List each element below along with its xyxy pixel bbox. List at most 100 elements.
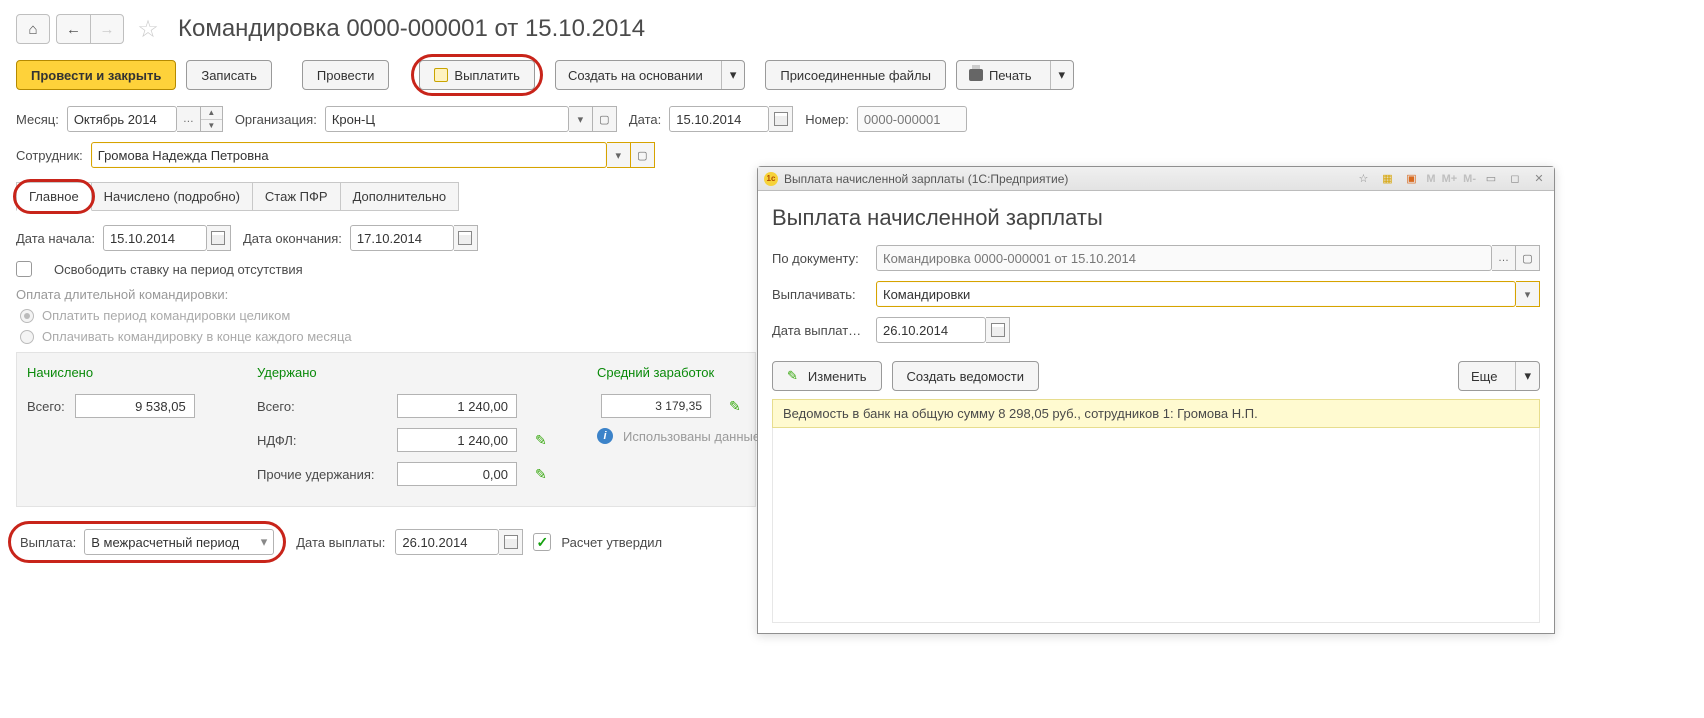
date-end-input[interactable]: 17.10.2014 — [350, 225, 454, 251]
tab-extra[interactable]: Дополнительно — [341, 182, 460, 211]
popup-doc-ellipsis-button[interactable]: … — [1492, 245, 1516, 271]
pencil-icon: ✎ — [787, 368, 798, 384]
popup-edit-button[interactable]: ✎ Изменить — [772, 361, 882, 391]
fav-titlebar-icon[interactable]: ☆ — [1354, 171, 1372, 187]
attachments-button[interactable]: Присоединенные файлы — [765, 60, 946, 90]
withheld-total-input[interactable]: 1 240,00 — [397, 394, 517, 418]
popup-create-button[interactable]: Создать ведомости — [892, 361, 1039, 391]
popup-pay-input[interactable]: Командировки — [876, 281, 1516, 307]
employee-open-button[interactable]: ▢ — [631, 142, 655, 168]
other-withheld-input[interactable]: 0,00 — [397, 462, 517, 486]
minimize-button[interactable]: ▭ — [1482, 171, 1500, 187]
forward-button[interactable]: → — [90, 14, 124, 44]
date-label: Дата: — [629, 112, 661, 127]
month-input[interactable]: Октябрь 2014 — [67, 106, 177, 132]
popup-date-label: Дата выплат… — [772, 323, 868, 338]
chevron-down-icon: ▾ — [721, 61, 745, 89]
popup-more-button[interactable]: Еще ▾ — [1458, 361, 1540, 391]
radio-monthly-label: Оплачивать командировку в конце каждого … — [42, 329, 352, 344]
popup-heading: Выплата начисленной зарплаты — [772, 205, 1540, 231]
org-open-button[interactable]: ▢ — [593, 106, 617, 132]
calendar-icon[interactable] — [499, 529, 523, 555]
accrued-total-input[interactable]: 9 538,05 — [75, 394, 195, 418]
pencil-icon[interactable]: ✎ — [729, 398, 741, 415]
info-icon: i — [597, 428, 613, 444]
payout-dropdown[interactable]: В межрасчетный период ▾ — [84, 529, 274, 555]
popup-pay-dropdown-button[interactable]: ▾ — [1516, 281, 1540, 307]
popup-date-input[interactable]: 26.10.2014 — [876, 317, 986, 343]
employee-input[interactable]: Громова Надежда Петровна — [91, 142, 607, 168]
navigation-row: ⌂ ← → ☆ Командировка 0000-000001 от 15.1… — [16, 14, 1688, 44]
chevron-down-icon: ▾ — [1515, 362, 1539, 390]
calendar-icon[interactable] — [986, 317, 1010, 343]
payout-date-input[interactable]: 26.10.2014 — [395, 529, 499, 555]
calc-titlebar-icon[interactable]: ▦ — [1378, 171, 1396, 187]
home-icon: ⌂ — [28, 21, 37, 38]
post-button[interactable]: Провести — [302, 60, 390, 90]
create-based-button[interactable]: Создать на основании ▾ — [555, 60, 745, 90]
ndfl-input[interactable]: 1 240,00 — [397, 428, 517, 452]
close-button[interactable]: ✕ — [1530, 171, 1548, 187]
favorite-button[interactable]: ☆ — [134, 15, 162, 43]
employee-label: Сотрудник: — [16, 148, 83, 163]
popup-doc-input: Командировка 0000-000001 от 15.10.2014 — [876, 245, 1492, 271]
create-based-label: Создать на основании — [556, 61, 715, 89]
arrow-right-icon: → — [100, 21, 115, 38]
approved-label: Расчет утвердил — [561, 535, 662, 550]
popup-list-body[interactable] — [772, 428, 1540, 623]
pay-button-label: Выплатить — [454, 68, 520, 83]
radio-full-label: Оплатить период командировки целиком — [42, 308, 290, 323]
date-start-input[interactable]: 15.10.2014 — [103, 225, 207, 251]
free-rate-label: Освободить ставку на период отсутствия — [54, 262, 303, 277]
popup-titlebar-text: Выплата начисленной зарплаты (1С:Предпри… — [784, 172, 1068, 186]
printer-icon — [969, 69, 983, 81]
date-input[interactable]: 15.10.2014 — [669, 106, 769, 132]
pencil-icon[interactable]: ✎ — [535, 432, 547, 449]
print-label: Печать — [989, 68, 1032, 83]
popup-titlebar[interactable]: 1c Выплата начисленной зарплаты (1С:Пред… — [758, 167, 1554, 191]
month-spinner[interactable]: ▲▼ — [201, 106, 223, 132]
employee-dropdown-button[interactable]: ▾ — [607, 142, 631, 168]
nav-history-group: ← → — [56, 14, 124, 44]
pencil-icon[interactable]: ✎ — [535, 466, 547, 483]
approved-checkbox[interactable]: ✓ — [533, 533, 551, 551]
calendar-icon[interactable] — [454, 225, 478, 251]
totals-block: Начислено Всего: 9 538,05 Удержано Всего… — [16, 352, 756, 507]
avg-note: Использованы данные о — [623, 429, 771, 444]
print-button[interactable]: Печать ▾ — [956, 60, 1074, 90]
popup-body: Выплата начисленной зарплаты По документ… — [758, 191, 1554, 633]
mminus-indicator: M- — [1463, 173, 1476, 185]
tab-main[interactable]: Главное — [16, 182, 92, 211]
org-dropdown-button[interactable]: ▾ — [569, 106, 593, 132]
calendar-icon[interactable] — [207, 225, 231, 251]
payout-label: Выплата: — [20, 535, 76, 550]
payout-date-label: Дата выплаты: — [296, 535, 385, 550]
org-input[interactable]: Крон-Ц — [325, 106, 569, 132]
popup-list-header[interactable]: Ведомость в банк на общую сумму 8 298,05… — [772, 399, 1540, 428]
home-button[interactable]: ⌂ — [16, 14, 50, 44]
fields-row-1: Месяц: Октябрь 2014 … ▲▼ Организация: Кр… — [16, 106, 1688, 132]
withheld-total-label: Всего: — [257, 399, 387, 414]
tab-accrued[interactable]: Начислено (подробно) — [92, 182, 253, 211]
tab-pfr[interactable]: Стаж ПФР — [253, 182, 341, 211]
popup-button-row: ✎ Изменить Создать ведомости Еще ▾ — [772, 361, 1540, 391]
radio-monthly[interactable] — [20, 330, 34, 344]
number-label: Номер: — [805, 112, 849, 127]
back-button[interactable]: ← — [56, 14, 90, 44]
cal-titlebar-icon[interactable]: ▣ — [1402, 171, 1420, 187]
save-button[interactable]: Записать — [186, 60, 272, 90]
free-rate-checkbox[interactable] — [16, 261, 32, 277]
post-and-close-button[interactable]: Провести и закрыть — [16, 60, 176, 90]
calendar-icon[interactable] — [769, 106, 793, 132]
accrued-header: Начислено — [27, 365, 217, 380]
fields-row-2: Сотрудник: Громова Надежда Петровна ▾ ▢ — [16, 142, 1688, 168]
month-ellipsis-button[interactable]: … — [177, 106, 201, 132]
chevron-down-icon: ▾ — [1050, 61, 1074, 89]
avg-input[interactable]: 3 179,35 — [601, 394, 711, 418]
org-label: Организация: — [235, 112, 317, 127]
payout-popup-window: 1c Выплата начисленной зарплаты (1С:Пред… — [757, 166, 1555, 634]
radio-full[interactable] — [20, 309, 34, 323]
popup-doc-open-button[interactable]: ▢ — [1516, 245, 1540, 271]
pay-button[interactable]: Выплатить — [419, 60, 535, 90]
maximize-button[interactable]: ◻ — [1506, 171, 1524, 187]
